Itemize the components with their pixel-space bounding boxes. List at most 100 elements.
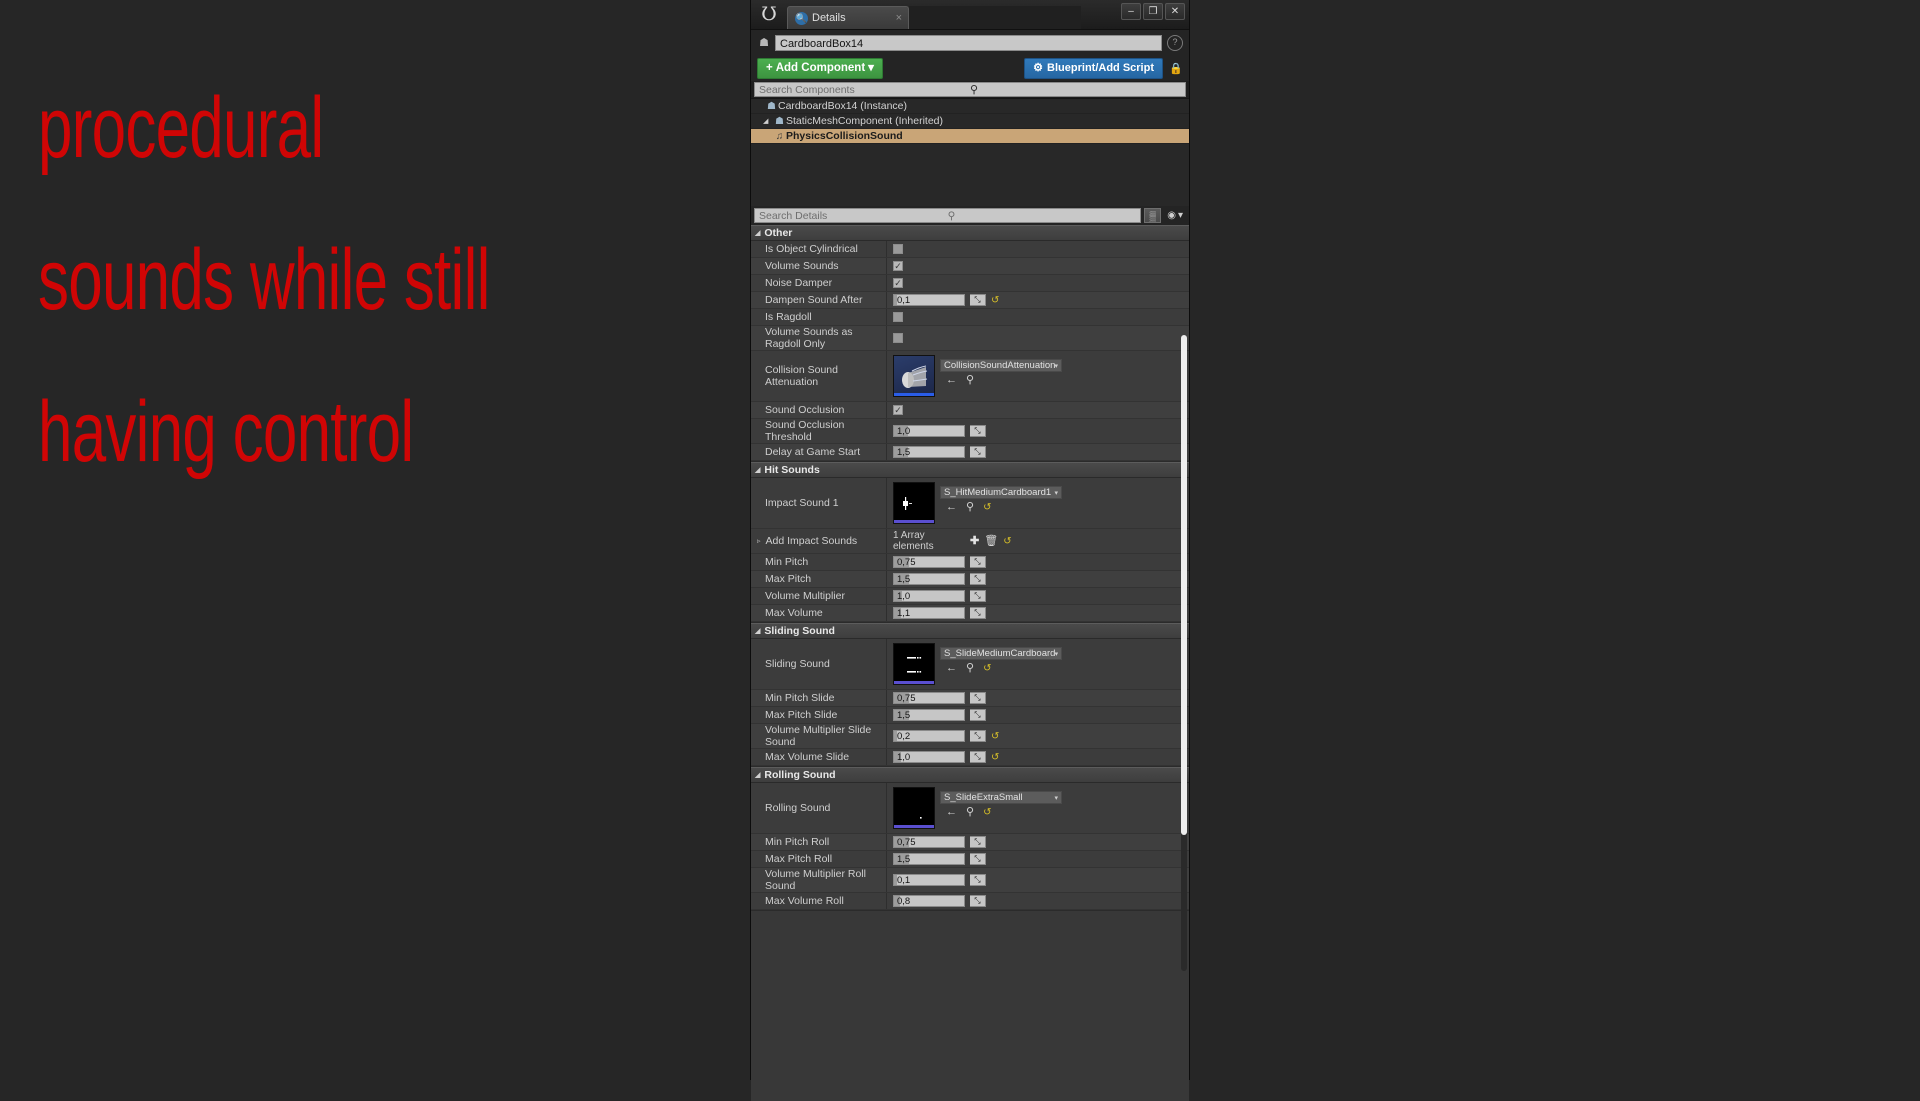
actor-name-input[interactable]: CardboardBox14 bbox=[775, 35, 1162, 51]
number-input-delay-at-game-start[interactable]: 1,5 bbox=[893, 446, 965, 458]
tree-row-actor[interactable]: ☗ CardboardBox14 (Instance) bbox=[751, 99, 1189, 114]
vertical-scrollbar[interactable] bbox=[1181, 335, 1187, 971]
checkbox-is-object-cylindrical[interactable] bbox=[893, 244, 903, 254]
spinner-button[interactable]: ⤡ bbox=[970, 709, 986, 721]
use-selected-asset-icon[interactable]: ← bbox=[946, 502, 957, 513]
number-input-max-pitch-roll[interactable]: 1,5 bbox=[893, 853, 965, 865]
section-header-sliding-sound[interactable]: ◢ Sliding Sound bbox=[751, 623, 1189, 639]
tree-row-staticmesh[interactable]: ◢ ☗ StaticMeshComponent (Inherited) bbox=[751, 114, 1189, 129]
help-icon[interactable]: ? bbox=[1167, 35, 1183, 51]
reset-to-default-button[interactable]: ↺ bbox=[991, 731, 999, 742]
spinner-button[interactable]: ⤡ bbox=[970, 895, 986, 907]
number-input-min-pitch[interactable]: 0,75 bbox=[893, 556, 965, 568]
spinner-button[interactable]: ⤡ bbox=[970, 853, 986, 865]
browse-asset-icon[interactable]: ⚲ bbox=[966, 375, 974, 386]
number-input-volume-multiplier-slide-sound[interactable]: 0,2 bbox=[893, 730, 965, 742]
spinner-button[interactable]: ⤡ bbox=[970, 573, 986, 585]
spinner-button[interactable]: ⤡ bbox=[970, 425, 986, 437]
chevron-down-icon[interactable]: ◢ bbox=[763, 117, 773, 125]
asset-picker-dropdown[interactable]: S_HitMediumCardboard1 ▾ bbox=[940, 486, 1062, 499]
number-input-dampen-sound-after[interactable]: 0,1 bbox=[893, 294, 965, 306]
blueprint-add-script-button[interactable]: ⚙ Blueprint/Add Script bbox=[1024, 57, 1163, 79]
close-icon[interactable]: × bbox=[896, 12, 902, 24]
details-icon: 🔍 bbox=[795, 11, 808, 25]
chevron-down-icon: ▾ bbox=[868, 61, 874, 74]
search-details-input[interactable]: Search Details ⚲ bbox=[754, 208, 1142, 223]
check-icon: ✓ bbox=[894, 260, 902, 271]
number-input-max-pitch-slide[interactable]: 1,5 bbox=[893, 709, 965, 721]
spinner-button[interactable]: ⤡ bbox=[970, 751, 986, 763]
spinner-button[interactable]: ⤡ bbox=[970, 556, 986, 568]
checkbox-sound-occlusion[interactable]: ✓ bbox=[893, 405, 903, 415]
property-label-container: Min Pitch Roll bbox=[751, 834, 887, 850]
scrollbar-thumb[interactable] bbox=[1181, 335, 1187, 835]
checkbox-noise-damper[interactable]: ✓ bbox=[893, 278, 903, 288]
reset-to-default-button[interactable]: ↺ bbox=[983, 663, 991, 674]
add-component-button[interactable]: + Add Component ▾ bbox=[757, 57, 883, 79]
reset-to-default-button[interactable]: ↺ bbox=[991, 752, 999, 763]
spinner-button[interactable]: ⤡ bbox=[970, 874, 986, 886]
spinner-button[interactable]: ⤡ bbox=[970, 836, 986, 848]
property-label: Volume Sounds bbox=[765, 260, 839, 272]
spinner-button[interactable]: ⤡ bbox=[970, 730, 986, 742]
section-header-hit-sounds[interactable]: ◢ Hit Sounds bbox=[751, 462, 1189, 478]
chevron-right-icon[interactable]: ▹ bbox=[757, 537, 761, 545]
use-selected-asset-icon[interactable]: ← bbox=[946, 807, 957, 818]
section-body: Impact Sound 1 S_HitMediumCardboard1 ▾ ← ⚲ ↺ ▹… bbox=[751, 478, 1189, 623]
details-window: Ʊ 🔍 Details × – ❐ ✕ ☗ CardboardBox14 ? +… bbox=[750, 0, 1190, 1101]
delete-array-button[interactable]: 🗑 bbox=[984, 535, 998, 547]
maximize-button[interactable]: ❐ bbox=[1143, 3, 1163, 20]
lock-icon[interactable]: 🔒 bbox=[1169, 62, 1183, 75]
tree-row-physicscollisionsound[interactable]: ♫ PhysicsCollisionSound bbox=[751, 129, 1189, 144]
browse-asset-icon[interactable]: ⚲ bbox=[966, 807, 974, 818]
checkbox-volume-sounds-as-ragdoll-only[interactable] bbox=[893, 333, 903, 343]
number-input-volume-multiplier-roll-sound[interactable]: 0,1 bbox=[893, 874, 965, 886]
spinner-button[interactable]: ⤡ bbox=[970, 590, 986, 602]
search-icon: ⚲ bbox=[970, 84, 979, 96]
spinner-button[interactable]: ⤡ bbox=[970, 294, 986, 306]
property-row: Volume Multiplier Roll Sound 0,1 ⤡ bbox=[751, 868, 1189, 893]
spinner-button[interactable]: ⤡ bbox=[970, 607, 986, 619]
reset-to-default-button[interactable]: ↺ bbox=[983, 807, 991, 818]
use-selected-asset-icon[interactable]: ← bbox=[946, 375, 957, 386]
asset-thumbnail bbox=[893, 643, 935, 685]
reset-to-default-button[interactable]: ↺ bbox=[991, 295, 999, 306]
asset-picker-dropdown[interactable]: S_SlideMediumCardboard1 ▾ bbox=[940, 647, 1062, 660]
asset-picker-dropdown[interactable]: CollisionSoundAttenuation ▾ bbox=[940, 359, 1062, 372]
checkbox-is-ragdoll[interactable] bbox=[893, 312, 903, 322]
thumb-accent-bar bbox=[894, 681, 934, 684]
tab-details[interactable]: 🔍 Details × bbox=[787, 6, 909, 29]
add-array-element-button[interactable]: ✚ bbox=[970, 535, 979, 547]
spinner-button[interactable]: ⤡ bbox=[970, 692, 986, 704]
asset-thumbnail bbox=[893, 787, 935, 829]
use-selected-asset-icon[interactable]: ← bbox=[946, 663, 957, 674]
browse-asset-icon[interactable]: ⚲ bbox=[966, 502, 974, 513]
browse-asset-icon[interactable]: ⚲ bbox=[966, 663, 974, 674]
asset-picker-dropdown[interactable]: S_SlideExtraSmall ▾ bbox=[940, 791, 1062, 804]
actor-icon: ☗ bbox=[767, 100, 776, 112]
asset-meta: S_SlideMediumCardboard1 ▾ ← ⚲ ↺ bbox=[940, 643, 1062, 674]
reset-to-default-button[interactable]: ↺ bbox=[1003, 536, 1011, 547]
section-header-rolling-sound[interactable]: ◢ Rolling Sound bbox=[751, 767, 1189, 783]
property-label-container: Delay at Game Start bbox=[751, 444, 887, 460]
number-input-sound-occlusion-threshold[interactable]: 1,0 bbox=[893, 425, 965, 437]
chevron-down-icon: ▾ bbox=[1054, 794, 1058, 802]
close-button[interactable]: ✕ bbox=[1165, 3, 1185, 20]
section-header-other[interactable]: ◢ Other bbox=[751, 225, 1189, 241]
visibility-filter-button[interactable]: ◉ ▾ bbox=[1164, 210, 1186, 221]
minimize-button[interactable]: – bbox=[1121, 3, 1141, 20]
number-input-max-volume-roll[interactable]: 0,8 bbox=[893, 895, 965, 907]
grid-view-button[interactable]: ▒ bbox=[1144, 208, 1162, 223]
spinner-button[interactable]: ⤡ bbox=[970, 446, 986, 458]
property-label: Sound Occlusion bbox=[765, 404, 845, 416]
search-components-input[interactable]: Search Components ⚲ bbox=[754, 82, 1186, 97]
number-input-min-pitch-roll[interactable]: 0,75 bbox=[893, 836, 965, 848]
checkbox-volume-sounds[interactable]: ✓ bbox=[893, 261, 903, 271]
number-input-min-pitch-slide[interactable]: 0,75 bbox=[893, 692, 965, 704]
reset-to-default-button[interactable]: ↺ bbox=[983, 502, 991, 513]
number-input-max-volume[interactable]: 1,1 bbox=[893, 607, 965, 619]
number-input-volume-multiplier[interactable]: 1,0 bbox=[893, 590, 965, 602]
number-input-max-volume-slide[interactable]: 1,0 bbox=[893, 751, 965, 763]
number-input-max-pitch[interactable]: 1,5 bbox=[893, 573, 965, 585]
property-label: Sound Occlusion Threshold bbox=[765, 419, 845, 443]
